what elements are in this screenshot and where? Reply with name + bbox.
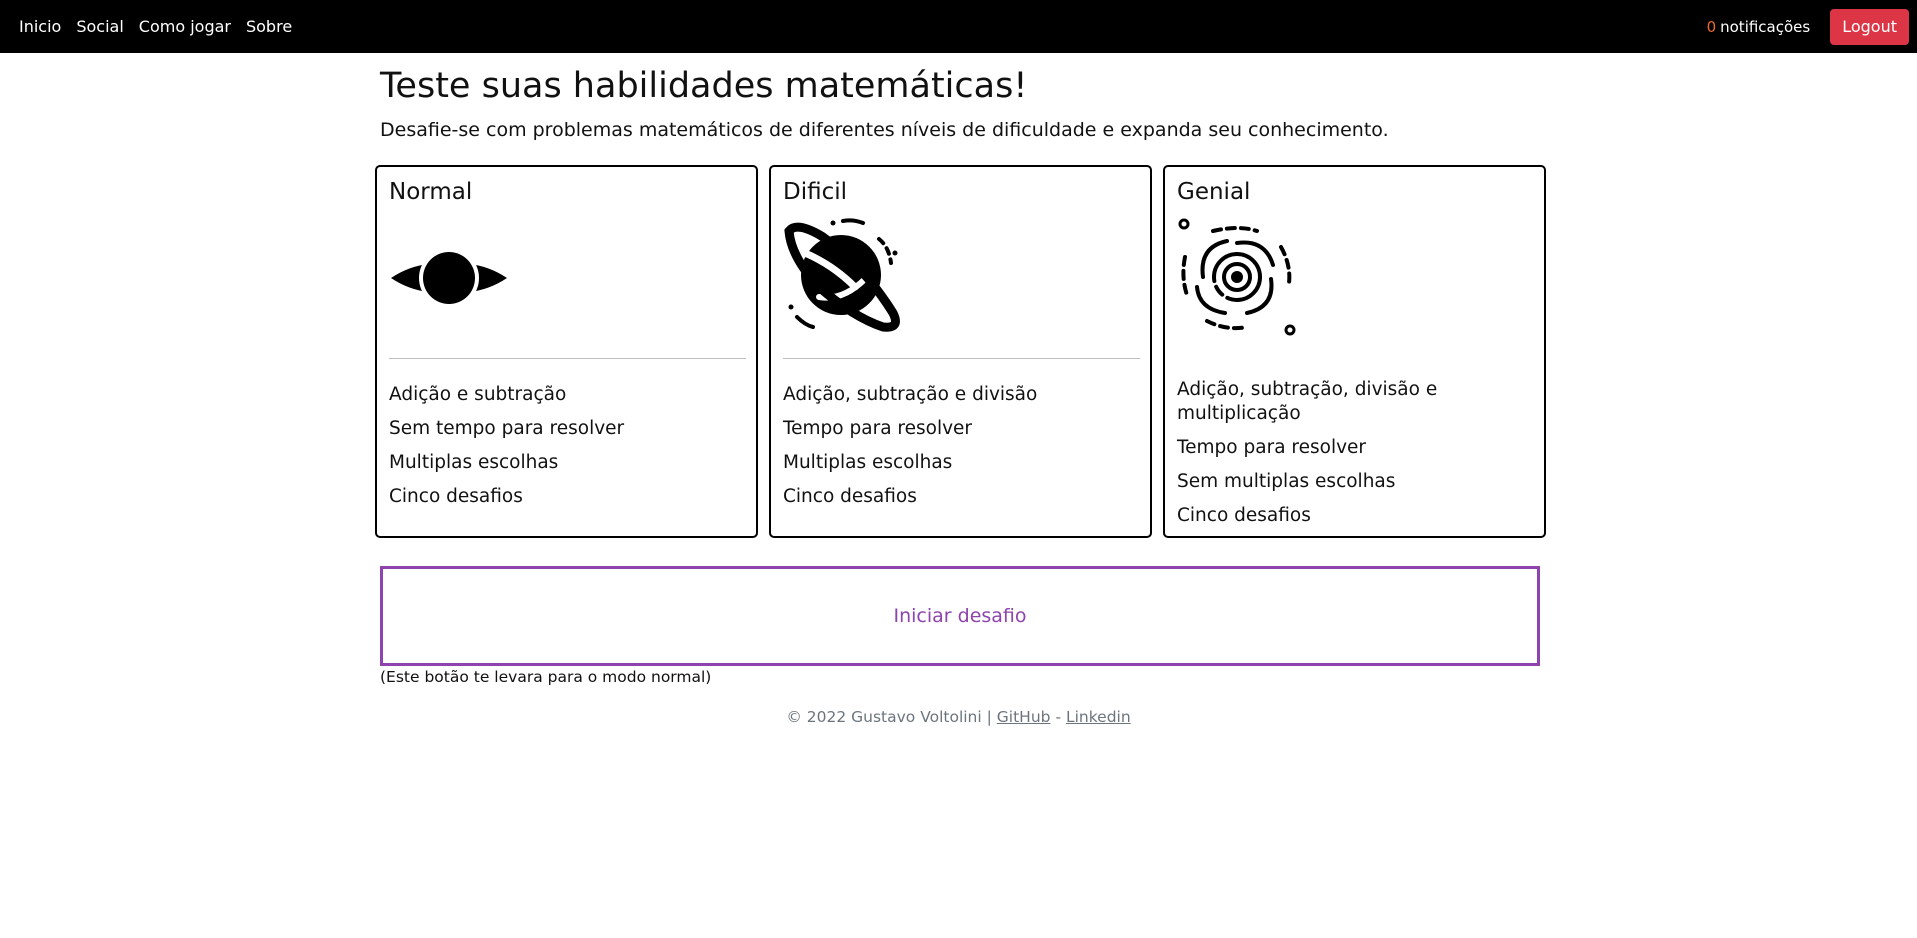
nav-link-inicio[interactable]: Inicio — [19, 17, 61, 36]
card-divider — [389, 358, 746, 359]
start-button-note: (Este botão te levara para o modo normal… — [380, 668, 712, 686]
nav-actions: 0 notificações Logout — [1707, 8, 1909, 45]
start-challenge-button[interactable]: Iniciar desafio — [380, 566, 1540, 666]
level-card-normal[interactable]: Normal Adição e subtração Sem tempo para… — [375, 165, 758, 538]
feature-item: Cinco desafios — [783, 486, 917, 507]
footer-copyright: © 2022 Gustavo Voltolini | — [786, 708, 992, 726]
feature-item: Adição e subtração — [389, 384, 567, 405]
feature-item: Sem multiplas escolhas — [1177, 471, 1396, 492]
ringed-planet-icon — [784, 218, 900, 332]
github-link[interactable]: GitHub — [997, 708, 1051, 726]
feature-item: Adição, subtração, divisão e multiplicaç… — [1177, 379, 1438, 424]
feature-item: Sem tempo para resolver — [389, 418, 625, 439]
notification-count: 0 — [1706, 17, 1717, 36]
notification-label: notificações — [1720, 17, 1811, 36]
level-card-genial[interactable]: Genial Adição, subtração, divisão e mult… — [1163, 165, 1546, 538]
nav-link-como-jogar[interactable]: Como jogar — [139, 17, 231, 36]
page-title: Teste suas habilidades matemáticas! — [380, 66, 1028, 106]
feature-item: Cinco desafios — [389, 486, 523, 507]
nav-links: Inicio Social Como jogar Sobre — [19, 17, 292, 36]
card-title: Dificil — [783, 179, 848, 205]
top-navbar: Inicio Social Como jogar Sobre 0 notifica… — [0, 0, 1917, 53]
feature-item: Cinco desafios — [1177, 505, 1311, 526]
feature-item: Tempo para resolver — [1177, 437, 1367, 458]
spiral-galaxy-icon — [1178, 218, 1296, 336]
card-title: Genial — [1177, 179, 1251, 205]
footer-separator: - — [1055, 708, 1062, 726]
footer: © 2022 Gustavo Voltolini | GitHub - Link… — [0, 708, 1917, 726]
feature-list: Adição, subtração e divisão Tempo para r… — [783, 383, 1140, 519]
feature-list: Adição, subtração, divisão e multiplicaç… — [1177, 378, 1534, 538]
feature-item: Tempo para resolver — [783, 418, 973, 439]
nav-link-sobre[interactable]: Sobre — [246, 17, 292, 36]
level-card-dificil[interactable]: Dificil Adição, subtração e divisão Temp… — [769, 165, 1152, 538]
feature-item: Multiplas escolhas — [783, 452, 953, 473]
logout-button[interactable]: Logout — [1830, 8, 1909, 45]
feature-list: Adição e subtração Sem tempo para resolv… — [389, 383, 746, 519]
page-subtitle: Desafie-se com problemas matemáticos de … — [380, 119, 1389, 141]
nav-link-social[interactable]: Social — [76, 17, 123, 36]
black-hole-eye-icon — [391, 248, 507, 308]
feature-item: Adição, subtração e divisão — [783, 384, 1038, 405]
card-divider — [783, 358, 1140, 359]
feature-item: Multiplas escolhas — [389, 452, 559, 473]
linkedin-link[interactable]: Linkedin — [1066, 708, 1131, 726]
notifications-link[interactable]: 0 notificações — [1707, 18, 1811, 36]
card-title: Normal — [389, 179, 473, 205]
